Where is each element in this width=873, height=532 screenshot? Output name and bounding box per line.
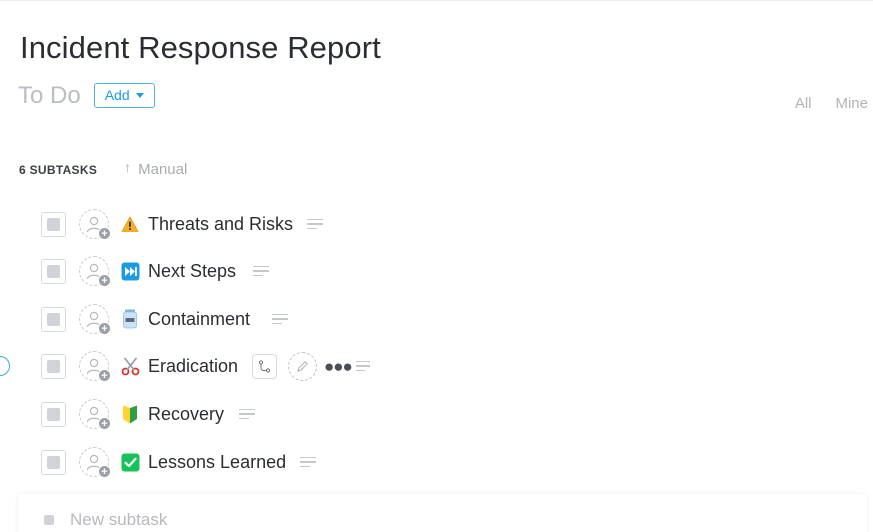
add-button-label: Add xyxy=(104,87,130,103)
description-icon[interactable] xyxy=(272,313,288,325)
assign-user-icon[interactable]: + xyxy=(79,256,111,287)
subtask-checkbox[interactable] xyxy=(41,211,66,237)
jar-icon xyxy=(120,309,140,329)
warning-icon xyxy=(120,214,140,234)
status-label[interactable]: To Do xyxy=(18,82,81,110)
more-options-icon[interactable]: ●●● xyxy=(324,358,353,375)
subtask-name[interactable]: Containment xyxy=(148,309,250,330)
subtask-checkbox[interactable] xyxy=(41,306,66,332)
pencil-icon[interactable] xyxy=(288,351,317,381)
subtask-name[interactable]: Eradication xyxy=(148,356,238,377)
fast-forward-icon xyxy=(120,261,140,281)
chevron-down-icon xyxy=(135,92,144,98)
description-icon[interactable] xyxy=(239,408,255,420)
assign-user-icon[interactable]: + xyxy=(79,351,111,382)
arrow-up-icon: ↑ xyxy=(124,158,132,175)
subtask-name[interactable]: Next Steps xyxy=(148,261,236,282)
assign-user-icon[interactable]: + xyxy=(79,447,111,478)
new-subtask-input[interactable] xyxy=(70,508,770,532)
list-item[interactable]: + Threats and Risks xyxy=(0,204,873,244)
top-divider xyxy=(0,0,873,1)
list-item[interactable]: + Recovery xyxy=(0,394,873,434)
subtask-name[interactable]: Lessons Learned xyxy=(148,452,286,473)
assign-user-icon[interactable]: + xyxy=(79,304,111,335)
subtask-checkbox[interactable] xyxy=(41,449,66,475)
subtask-checkbox[interactable] xyxy=(41,258,66,284)
subtask-branch-icon[interactable] xyxy=(252,353,277,379)
description-icon[interactable] xyxy=(300,456,316,468)
description-icon[interactable] xyxy=(307,218,323,230)
subtask-count: 6 SUBTASKS xyxy=(19,162,98,177)
beginner-badge-icon xyxy=(120,404,140,424)
description-icon[interactable] xyxy=(356,360,370,372)
list-item[interactable]: + Containment xyxy=(0,299,873,339)
new-subtask-row xyxy=(18,494,867,532)
subtask-name[interactable]: Recovery xyxy=(148,404,224,425)
page-title[interactable]: Incident Response Report xyxy=(20,30,381,66)
status-row: To Do Add xyxy=(18,82,155,110)
assignee-filter: All Mine xyxy=(795,95,868,112)
list-item[interactable]: + Lessons Learned xyxy=(0,442,873,482)
filter-mine[interactable]: Mine xyxy=(835,95,868,112)
subtask-checkbox[interactable] xyxy=(41,353,66,379)
subtask-checkbox[interactable] xyxy=(41,401,66,427)
description-icon[interactable] xyxy=(253,265,269,277)
list-item[interactable]: + Next Steps xyxy=(0,251,873,291)
list-item[interactable]: + Eradication ●●● xyxy=(0,346,873,386)
assign-user-icon[interactable]: + xyxy=(79,399,111,430)
sort-label: Manual xyxy=(138,161,188,178)
drag-handle[interactable] xyxy=(0,356,10,376)
filter-all[interactable]: All xyxy=(795,95,812,112)
scissors-icon xyxy=(120,356,140,376)
add-button[interactable]: Add xyxy=(93,82,155,108)
subtask-name[interactable]: Threats and Risks xyxy=(148,214,293,235)
subtask-header: 6 SUBTASKS ↑ Manual xyxy=(19,158,188,179)
sort-toggle[interactable]: ↑ Manual xyxy=(124,158,188,179)
new-subtask-status-icon xyxy=(44,515,54,525)
check-mark-icon xyxy=(120,452,140,472)
assign-user-icon[interactable]: + xyxy=(79,209,111,240)
